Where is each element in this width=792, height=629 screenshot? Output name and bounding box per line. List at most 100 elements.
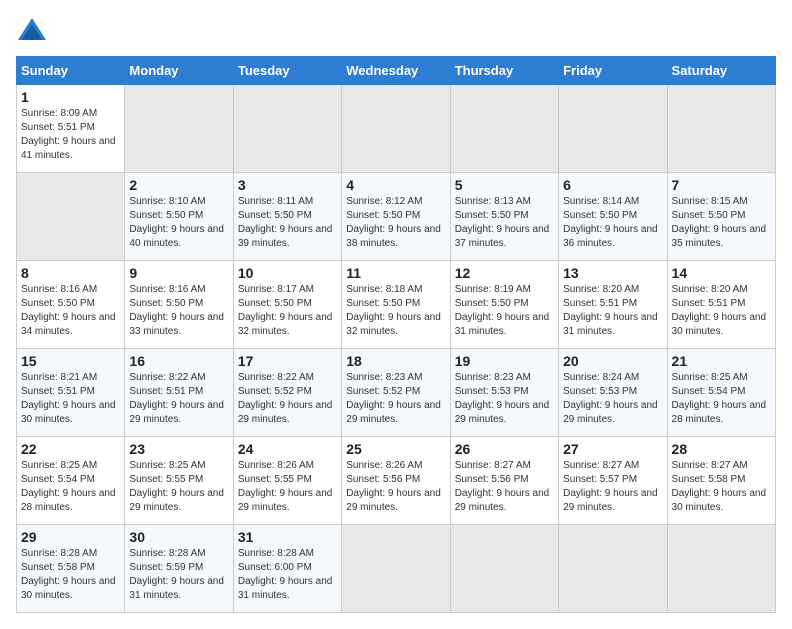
day-number: 22 <box>21 441 120 457</box>
cell-content: Sunrise: 8:12 AMSunset: 5:50 PMDaylight:… <box>346 195 445 251</box>
cell-content: Sunrise: 8:27 AMSunset: 5:56 PMDaylight:… <box>455 459 554 515</box>
cell-content: Sunrise: 8:25 AMSunset: 5:54 PMDaylight:… <box>21 459 120 515</box>
calendar-cell-1: 1 Sunrise: 8:09 AMSunset: 5:51 PMDaylight… <box>17 85 125 173</box>
day-number: 9 <box>129 265 228 281</box>
cell-content: Sunrise: 8:28 AMSunset: 5:58 PMDaylight:… <box>21 547 120 603</box>
empty-cell <box>559 525 667 613</box>
cell-content: Sunrise: 8:22 AMSunset: 5:52 PMDaylight:… <box>238 371 337 427</box>
calendar-cell-3: 3Sunrise: 8:11 AMSunset: 5:50 PMDaylight… <box>233 173 341 261</box>
cell-content: Sunrise: 8:25 AMSunset: 5:55 PMDaylight:… <box>129 459 228 515</box>
day-number: 19 <box>455 353 554 369</box>
day-number: 26 <box>455 441 554 457</box>
calendar-cell-29: 29 Sunrise: 8:28 AMSunset: 5:58 PMDayligh… <box>17 525 125 613</box>
day-number: 2 <box>129 177 228 193</box>
empty-cell <box>233 85 341 173</box>
cell-content: Sunrise: 8:24 AMSunset: 5:53 PMDaylight:… <box>563 371 662 427</box>
cell-content: Sunrise: 8:27 AMSunset: 5:58 PMDaylight:… <box>672 459 771 515</box>
calendar-cell-22: 22 Sunrise: 8:25 AMSunset: 5:54 PMDayligh… <box>17 437 125 525</box>
empty-cell <box>450 85 558 173</box>
day-number: 1 <box>21 89 120 105</box>
calendar-cell-25: 25Sunrise: 8:26 AMSunset: 5:56 PMDayligh… <box>342 437 450 525</box>
logo <box>16 16 52 44</box>
day-number: 31 <box>238 529 337 545</box>
calendar-cell-8: 8 Sunrise: 8:16 AMSunset: 5:50 PMDaylight… <box>17 261 125 349</box>
calendar-cell-19: 19Sunrise: 8:23 AMSunset: 5:53 PMDayligh… <box>450 349 558 437</box>
calendar-cell-20: 20 Sunrise: 8:24 AMSunset: 5:53 PMDayligh… <box>559 349 667 437</box>
cell-content: Sunrise: 8:16 AMSunset: 5:50 PMDaylight:… <box>21 283 120 339</box>
cell-content: Sunrise: 8:22 AMSunset: 5:51 PMDaylight:… <box>129 371 228 427</box>
calendar-cell-10: 10 Sunrise: 8:17 AMSunset: 5:50 PMDayligh… <box>233 261 341 349</box>
day-number: 17 <box>238 353 337 369</box>
day-number: 27 <box>563 441 662 457</box>
cell-content: Sunrise: 8:21 AMSunset: 5:51 PMDaylight:… <box>21 371 120 427</box>
day-number: 16 <box>129 353 228 369</box>
empty-cell <box>342 525 450 613</box>
cell-content: Sunrise: 8:28 AMSunset: 5:59 PMDaylight:… <box>129 547 228 603</box>
header <box>16 16 776 44</box>
empty-cell <box>450 525 558 613</box>
cell-content: Sunrise: 8:09 AMSunset: 5:51 PMDaylight:… <box>21 107 120 163</box>
calendar-cell-9: 9 Sunrise: 8:16 AMSunset: 5:50 PMDaylight… <box>125 261 233 349</box>
logo-icon <box>16 16 48 44</box>
day-number: 28 <box>672 441 771 457</box>
calendar-cell-14: 14 Sunrise: 8:20 AMSunset: 5:51 PMDayligh… <box>667 261 775 349</box>
header-day-thursday: Thursday <box>450 57 558 85</box>
day-number: 18 <box>346 353 445 369</box>
calendar-header: SundayMondayTuesdayWednesdayThursdayFrid… <box>17 57 776 85</box>
day-number: 21 <box>672 353 771 369</box>
cell-content: Sunrise: 8:17 AMSunset: 5:50 PMDaylight:… <box>238 283 337 339</box>
day-number: 23 <box>129 441 228 457</box>
calendar-cell-16: 16 Sunrise: 8:22 AMSunset: 5:51 PMDayligh… <box>125 349 233 437</box>
empty-cell <box>342 85 450 173</box>
calendar-cell-26: 26 Sunrise: 8:27 AMSunset: 5:56 PMDayligh… <box>450 437 558 525</box>
calendar-table: SundayMondayTuesdayWednesdayThursdayFrid… <box>16 56 776 613</box>
cell-content: Sunrise: 8:26 AMSunset: 5:55 PMDaylight:… <box>238 459 337 515</box>
calendar-cell-12: 12Sunrise: 8:19 AMSunset: 5:50 PMDayligh… <box>450 261 558 349</box>
calendar-cell-24: 24 Sunrise: 8:26 AMSunset: 5:55 PMDayligh… <box>233 437 341 525</box>
header-day-monday: Monday <box>125 57 233 85</box>
calendar-cell-23: 23 Sunrise: 8:25 AMSunset: 5:55 PMDayligh… <box>125 437 233 525</box>
calendar-cell-6: 6Sunrise: 8:14 AMSunset: 5:50 PMDaylight… <box>559 173 667 261</box>
empty-cell <box>125 85 233 173</box>
cell-content: Sunrise: 8:26 AMSunset: 5:56 PMDaylight:… <box>346 459 445 515</box>
calendar-cell-13: 13Sunrise: 8:20 AMSunset: 5:51 PMDayligh… <box>559 261 667 349</box>
header-day-sunday: Sunday <box>17 57 125 85</box>
calendar-cell-21: 21 Sunrise: 8:25 AMSunset: 5:54 PMDayligh… <box>667 349 775 437</box>
day-number: 7 <box>672 177 771 193</box>
cell-content: Sunrise: 8:11 AMSunset: 5:50 PMDaylight:… <box>238 195 337 251</box>
calendar-cell-4: 4 Sunrise: 8:12 AMSunset: 5:50 PMDaylight… <box>342 173 450 261</box>
header-day-wednesday: Wednesday <box>342 57 450 85</box>
calendar-cell-7: 7 Sunrise: 8:15 AMSunset: 5:50 PMDaylight… <box>667 173 775 261</box>
cell-content: Sunrise: 8:13 AMSunset: 5:50 PMDaylight:… <box>455 195 554 251</box>
day-number: 15 <box>21 353 120 369</box>
cell-content: Sunrise: 8:20 AMSunset: 5:51 PMDaylight:… <box>563 283 662 339</box>
day-number: 11 <box>346 265 445 281</box>
cell-content: Sunrise: 8:20 AMSunset: 5:51 PMDaylight:… <box>672 283 771 339</box>
cell-content: Sunrise: 8:27 AMSunset: 5:57 PMDaylight:… <box>563 459 662 515</box>
cell-content: Sunrise: 8:19 AMSunset: 5:50 PMDaylight:… <box>455 283 554 339</box>
cell-content: Sunrise: 8:23 AMSunset: 5:52 PMDaylight:… <box>346 371 445 427</box>
day-number: 24 <box>238 441 337 457</box>
cell-content: Sunrise: 8:25 AMSunset: 5:54 PMDaylight:… <box>672 371 771 427</box>
calendar-cell-5: 5 Sunrise: 8:13 AMSunset: 5:50 PMDaylight… <box>450 173 558 261</box>
header-day-friday: Friday <box>559 57 667 85</box>
day-number: 30 <box>129 529 228 545</box>
day-number: 4 <box>346 177 445 193</box>
day-number: 10 <box>238 265 337 281</box>
calendar-cell-28: 28 Sunrise: 8:27 AMSunset: 5:58 PMDayligh… <box>667 437 775 525</box>
cell-content: Sunrise: 8:16 AMSunset: 5:50 PMDaylight:… <box>129 283 228 339</box>
day-number: 8 <box>21 265 120 281</box>
calendar-cell-11: 11 Sunrise: 8:18 AMSunset: 5:50 PMDayligh… <box>342 261 450 349</box>
day-number: 14 <box>672 265 771 281</box>
empty-cell <box>17 173 125 261</box>
calendar-cell-15: 15 Sunrise: 8:21 AMSunset: 5:51 PMDayligh… <box>17 349 125 437</box>
empty-cell <box>667 525 775 613</box>
day-number: 5 <box>455 177 554 193</box>
day-number: 29 <box>21 529 120 545</box>
day-number: 20 <box>563 353 662 369</box>
cell-content: Sunrise: 8:18 AMSunset: 5:50 PMDaylight:… <box>346 283 445 339</box>
empty-cell <box>559 85 667 173</box>
cell-content: Sunrise: 8:15 AMSunset: 5:50 PMDaylight:… <box>672 195 771 251</box>
calendar-cell-30: 30 Sunrise: 8:28 AMSunset: 5:59 PMDayligh… <box>125 525 233 613</box>
calendar-cell-27: 27 Sunrise: 8:27 AMSunset: 5:57 PMDayligh… <box>559 437 667 525</box>
